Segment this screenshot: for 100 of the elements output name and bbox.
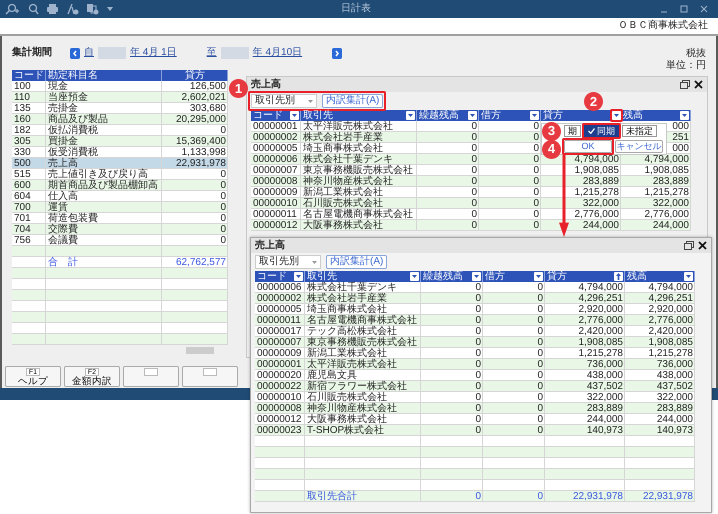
table-cell: 1,908,085 bbox=[545, 337, 625, 348]
column-filter-button[interactable] bbox=[294, 272, 303, 281]
table-cell: 244,000 bbox=[545, 414, 625, 425]
table-row[interactable]: 701 荷造包装費 0 bbox=[12, 213, 228, 224]
column-filter-button[interactable] bbox=[468, 111, 477, 120]
column-header[interactable]: 勘定科目名 bbox=[46, 70, 162, 81]
table-cell: 4,794,000 bbox=[625, 282, 695, 293]
table-cell: 売上値引き及び戻り高 bbox=[46, 169, 162, 180]
copy-icon[interactable] bbox=[86, 3, 99, 15]
table-cell: 0 bbox=[421, 304, 483, 315]
table-cell: 1,133,998 bbox=[162, 147, 228, 158]
table-row[interactable]: 110 当座預金 2,602,021 bbox=[12, 92, 228, 103]
table-cell: 00000002 bbox=[255, 293, 305, 304]
search-icon[interactable] bbox=[27, 3, 39, 15]
table-cell: 00000020 bbox=[255, 370, 305, 381]
table-cell: 0 bbox=[417, 132, 479, 143]
table-row[interactable]: 182 仮払消費税 0 bbox=[12, 125, 228, 136]
table-row[interactable]: 305 買掛金 15,369,400 bbox=[12, 136, 228, 147]
table-cell: 0 bbox=[483, 414, 545, 425]
date-link[interactable]: 年 4月 1日 bbox=[130, 47, 177, 59]
table-cell: 0 bbox=[479, 209, 541, 220]
table-cell: 2,776,000 bbox=[545, 315, 625, 326]
table-row[interactable]: 500 売上高 22,931,978 bbox=[12, 158, 228, 169]
table-cell: 0 bbox=[421, 392, 483, 403]
check-icon bbox=[588, 128, 595, 134]
column-filter-button[interactable] bbox=[680, 111, 689, 120]
table-cell: 0 bbox=[421, 425, 483, 436]
column-filter-button[interactable] bbox=[410, 272, 419, 281]
table-cell: 322,000 bbox=[545, 392, 625, 403]
table-cell: 701 bbox=[12, 213, 46, 224]
column-filter-button[interactable] bbox=[406, 111, 415, 120]
table-cell: 00000022 bbox=[255, 381, 305, 392]
total-amount: 0 bbox=[421, 491, 483, 502]
date-link[interactable]: 年 4月10日 bbox=[252, 47, 302, 59]
zoom-in-icon[interactable] bbox=[4, 3, 20, 15]
company-name: ＯＢＣ商事株式会社 bbox=[618, 20, 708, 32]
grouping-dropdown[interactable]: 取引先別 bbox=[251, 94, 317, 108]
previous-icon[interactable] bbox=[70, 48, 80, 58]
table-cell: 00000012 bbox=[251, 220, 301, 231]
ok-button[interactable]: OK bbox=[564, 140, 612, 153]
table-cell: 0 bbox=[421, 315, 483, 326]
restore-icon[interactable] bbox=[680, 80, 690, 89]
column-header[interactable]: 貸方 bbox=[162, 70, 228, 81]
table-row[interactable]: 515 売上値引き及び戻り高 0 bbox=[12, 169, 228, 180]
table-cell: 名古屋電機商事株式会社 bbox=[301, 209, 417, 220]
column-filter-button[interactable] bbox=[290, 111, 299, 120]
filter-option-button[interactable]: 同期 bbox=[584, 125, 619, 137]
column-filter-button[interactable] bbox=[614, 272, 623, 281]
column-filter-button[interactable] bbox=[684, 272, 693, 281]
table-cell: 0 bbox=[162, 125, 228, 136]
table-cell: 0 bbox=[417, 220, 479, 231]
table-row[interactable]: 604 仕入高 0 bbox=[12, 191, 228, 202]
table-row[interactable]: 330 仮受消費税 1,133,998 bbox=[12, 147, 228, 158]
table-cell: 株式会社岩手産業 bbox=[305, 293, 421, 304]
close-icon[interactable] bbox=[698, 241, 707, 250]
table-cell: 0 bbox=[483, 425, 545, 436]
table-row[interactable]: 756 会議費 0 bbox=[12, 235, 228, 246]
table-cell: 4,794,000 bbox=[545, 282, 625, 293]
cancel-button[interactable]: キャンセル bbox=[615, 140, 663, 153]
table-cell: 0 bbox=[421, 348, 483, 359]
table-cell: 736,000 bbox=[545, 359, 625, 370]
table-cell: 0 bbox=[162, 213, 228, 224]
maximize-icon[interactable] bbox=[680, 5, 688, 13]
table-cell: 438,000 bbox=[625, 370, 695, 381]
table-cell: 140,973 bbox=[625, 425, 695, 436]
table-row[interactable]: 600 期首商品及び製品棚卸高 0 bbox=[12, 180, 228, 191]
next-icon[interactable] bbox=[332, 48, 342, 58]
table-cell: 330 bbox=[12, 147, 46, 158]
close-icon[interactable] bbox=[694, 80, 703, 89]
column-filter-button[interactable] bbox=[530, 111, 539, 120]
grouping-dropdown[interactable]: 取引先別 bbox=[255, 255, 321, 269]
filter-option-button[interactable]: 期 bbox=[564, 125, 581, 137]
restore-icon[interactable] bbox=[684, 241, 694, 250]
table-cell: 0 bbox=[479, 165, 541, 176]
table-cell: 4,296,251 bbox=[545, 293, 625, 304]
column-header[interactable]: コード bbox=[12, 70, 46, 81]
table-cell: 0 bbox=[483, 370, 545, 381]
table-cell: 0 bbox=[483, 304, 545, 315]
panel-title: 売上高 bbox=[255, 240, 285, 252]
table-row[interactable]: 700 運賃 0 bbox=[12, 202, 228, 213]
table-cell: 新潟工業株式会社 bbox=[301, 187, 417, 198]
table-row[interactable]: 100 現金 126,500 bbox=[12, 81, 228, 92]
table-cell: 0 bbox=[479, 220, 541, 231]
table-cell: 20,295,000 bbox=[162, 114, 228, 125]
printer-icon[interactable] bbox=[46, 3, 59, 15]
date-link[interactable]: 自 bbox=[84, 47, 94, 59]
total-amount: 22,931,978 bbox=[625, 491, 695, 502]
table-cell: 0 bbox=[417, 176, 479, 187]
scrollbar-thumb[interactable] bbox=[186, 346, 214, 354]
table-row[interactable]: 160 商品及び製品 20,295,000 bbox=[12, 114, 228, 125]
column-filter-button[interactable] bbox=[534, 272, 543, 281]
breakdown-button[interactable]: 内訳集計(A) bbox=[326, 255, 388, 269]
filter-option-button[interactable]: 未指定 bbox=[622, 125, 657, 137]
date-link[interactable]: 至 bbox=[206, 47, 217, 59]
column-filter-button[interactable] bbox=[472, 272, 481, 281]
table-row[interactable]: 704 交際費 0 bbox=[12, 224, 228, 235]
table-row[interactable]: 135 売掛金 303,680 bbox=[12, 103, 228, 114]
breakdown-button[interactable]: 内訳集計(A) bbox=[322, 94, 384, 108]
table-cell: 1,908,085 bbox=[541, 165, 621, 176]
caret-icon[interactable] bbox=[106, 6, 114, 12]
